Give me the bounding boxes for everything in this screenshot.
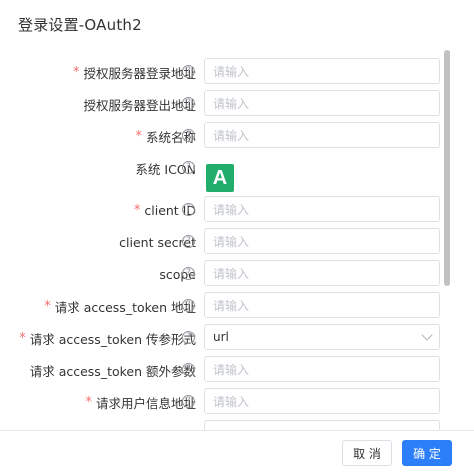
input-placeholder: 请输入 (213, 234, 250, 249)
form-area: * 授权服务器登录地址 ? 请输入 授权服务器登出地址 ? 请输入 * 系统名称… (0, 50, 474, 430)
form-row-scope: scope ? 请输入 (0, 258, 474, 290)
scrollbar-thumb[interactable] (444, 50, 450, 286)
form-row-client-secret: client secret ? 请输入 (0, 226, 474, 258)
field-label-text: 请求 access_token 额外参数 (29, 363, 196, 379)
help-icon[interactable]: ? (182, 363, 195, 376)
dialog-title: 登录设置-OAuth2 (18, 16, 142, 34)
form-row-client-id: * client ID ? 请输入 (0, 194, 474, 226)
form-row-token-param-mode: * 请求 access_token 传参形式 ? url (0, 322, 474, 354)
help-icon[interactable]: ? (182, 129, 195, 142)
input-placeholder: 请输入 (213, 64, 250, 79)
chevron-down-icon (421, 329, 433, 341)
field-label-text: 请求用户信息地址 (95, 395, 196, 411)
system-name-input[interactable]: 请输入 (204, 122, 440, 148)
form-row-partial (0, 418, 474, 430)
client-secret-input[interactable]: 请输入 (204, 228, 440, 254)
required-mark: * (72, 64, 80, 80)
token-extra-params-input[interactable]: 请输入 (204, 356, 440, 382)
form-row-system-icon: 系统 ICON ? A (0, 152, 474, 192)
field-label: * 授权服务器登录地址 (73, 56, 196, 88)
field-label-text: 授权服务器登录地址 (83, 65, 196, 81)
required-mark: * (85, 394, 92, 410)
field-label: * 请求用户信息地址 (85, 386, 196, 418)
help-icon[interactable]: ? (182, 395, 195, 408)
logout-url-input[interactable]: 请输入 (204, 90, 440, 116)
form-row-system-name: * 系统名称 ? 请输入 (0, 120, 474, 152)
partial-input[interactable] (204, 420, 440, 430)
client-id-input[interactable]: 请输入 (204, 196, 440, 222)
system-icon-preview[interactable]: A (206, 164, 234, 192)
input-placeholder: 请输入 (213, 96, 250, 111)
login-url-input[interactable]: 请输入 (204, 58, 440, 84)
confirm-button[interactable]: 确 定 (402, 440, 452, 466)
field-label: * 请求 access_token 地址 (44, 290, 196, 322)
token-param-mode-select[interactable]: url (204, 324, 440, 350)
form-row-logout-url: 授权服务器登出地址 ? 请输入 (0, 88, 474, 120)
input-placeholder: 请输入 (213, 298, 250, 313)
footer-divider (0, 430, 474, 431)
help-icon[interactable]: ? (182, 267, 195, 280)
form-row-token-extra-params: 请求 access_token 额外参数 ? 请输入 (0, 354, 474, 386)
form-row-login-url: * 授权服务器登录地址 ? 请输入 (0, 56, 474, 88)
help-icon[interactable]: ? (182, 331, 195, 344)
field-label: 请求 access_token 额外参数 (30, 354, 196, 386)
cancel-button[interactable]: 取 消 (342, 440, 392, 466)
required-mark: * (44, 298, 51, 314)
token-url-input[interactable]: 请输入 (204, 292, 440, 318)
help-icon[interactable]: ? (182, 65, 195, 78)
required-mark: * (135, 128, 142, 144)
userinfo-url-input[interactable]: 请输入 (204, 388, 440, 414)
input-placeholder: 请输入 (213, 266, 250, 281)
help-icon[interactable]: ? (182, 203, 195, 216)
field-label-text: 请求 access_token 地址 (54, 299, 196, 315)
scope-input[interactable]: 请输入 (204, 260, 440, 286)
input-placeholder: 请输入 (213, 128, 250, 143)
select-value: url (213, 330, 229, 344)
help-icon[interactable]: ? (182, 235, 195, 248)
field-label-text: 授权服务器登出地址 (83, 97, 196, 113)
required-mark: * (133, 202, 141, 218)
form-scrollbar[interactable] (444, 50, 450, 430)
field-label: * 请求 access_token 传参形式 (19, 322, 196, 354)
input-placeholder: 请输入 (213, 202, 250, 217)
help-icon[interactable]: ? (182, 97, 195, 110)
form-row-token-url: * 请求 access_token 地址 ? 请输入 (0, 290, 474, 322)
input-placeholder: 请输入 (213, 362, 250, 377)
form-row-userinfo-url: * 请求用户信息地址 ? 请输入 (0, 386, 474, 418)
required-mark: * (19, 330, 26, 346)
help-icon[interactable]: ? (182, 161, 195, 174)
input-placeholder: 请输入 (213, 394, 250, 409)
field-label-text: 请求 access_token 传参形式 (29, 331, 196, 347)
field-label: 授权服务器登出地址 (83, 88, 196, 120)
help-icon[interactable]: ? (182, 299, 195, 312)
